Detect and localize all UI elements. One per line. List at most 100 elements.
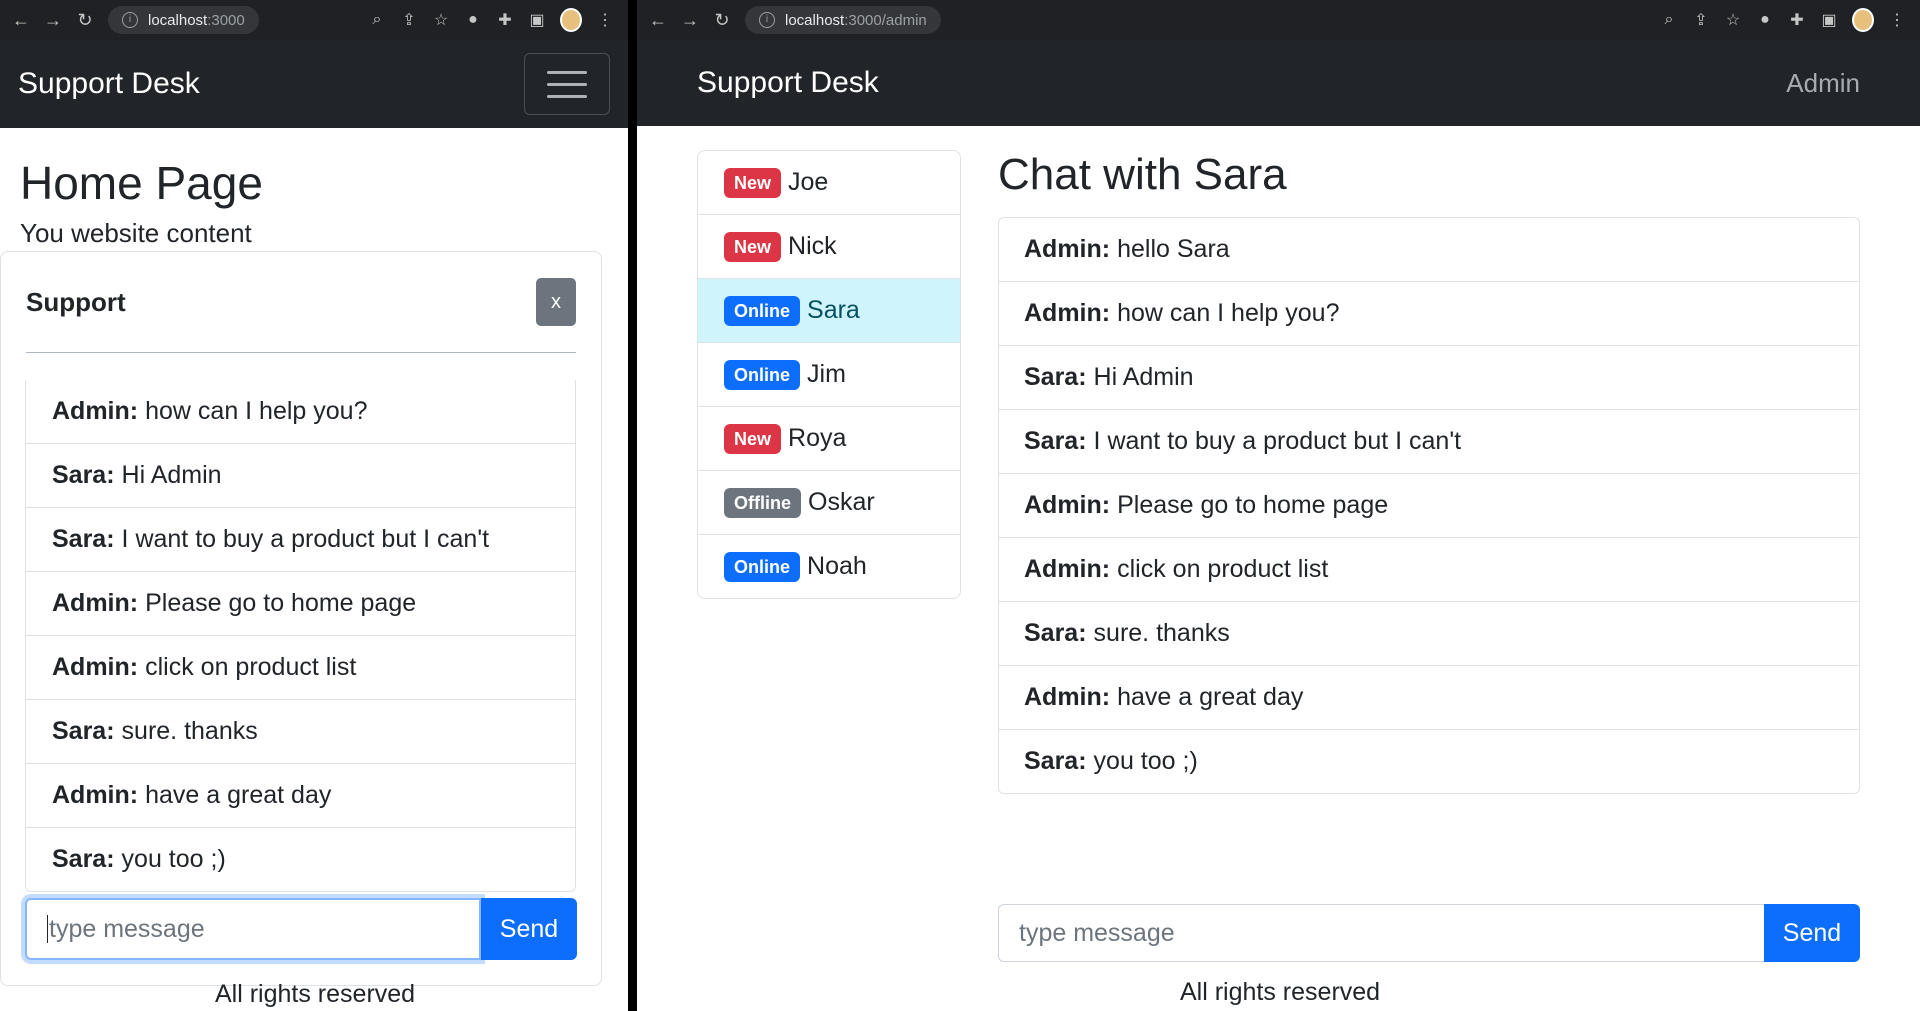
admin-nav-link[interactable]: Admin (1786, 68, 1860, 99)
text-caret (47, 915, 48, 943)
status-badge: New (724, 167, 782, 198)
status-badge: New (724, 423, 782, 454)
message-item: Sara: sure. thanks (26, 699, 575, 763)
message-sender: Admin: (52, 397, 139, 425)
chat-title: Chat with Sara (998, 150, 1287, 199)
brand-link[interactable]: Support Desk (697, 66, 879, 100)
message-item: Admin: Please go to home page (26, 571, 575, 635)
info-icon[interactable]: i (759, 12, 775, 28)
message-item: Sara: Hi Admin (26, 443, 575, 507)
zoom-icon[interactable]: ⌕ (1660, 11, 1678, 29)
message-sender: Admin: (1024, 555, 1111, 583)
app-navbar: Support Desk Admin (637, 40, 1920, 126)
info-icon[interactable]: i (122, 12, 138, 28)
message-text: you too ;) (121, 845, 226, 873)
forward-icon[interactable]: → (681, 10, 699, 31)
forward-icon[interactable]: → (44, 10, 62, 31)
message-input[interactable]: type message (25, 898, 481, 960)
message-sender: Admin: (1024, 299, 1111, 327)
message-sender: Sara: (1024, 363, 1087, 391)
user-name: Sara (807, 296, 860, 324)
status-badge: Online (724, 295, 801, 326)
message-sender: Admin: (1024, 235, 1111, 263)
user-list-item[interactable]: New Joe (698, 151, 960, 214)
page-text: You website content (20, 218, 252, 248)
zoom-icon[interactable]: ⌕ (368, 11, 386, 29)
sidepanel-icon[interactable]: ▣ (1820, 10, 1838, 30)
message-text: sure. thanks (1093, 619, 1230, 647)
back-icon[interactable]: ← (12, 10, 30, 31)
message-text: I want to buy a product but I can't (1093, 427, 1462, 455)
message-sender: Sara: (52, 717, 115, 745)
menu-kebab-icon[interactable]: ⋮ (596, 10, 614, 30)
navbar-toggler-button[interactable] (524, 53, 610, 115)
share-icon[interactable]: ⇪ (400, 10, 418, 30)
user-list-item[interactable]: Online Jim (698, 342, 960, 406)
menu-kebab-icon[interactable]: ⋮ (1888, 10, 1906, 30)
mic-icon[interactable]: ● (464, 11, 482, 29)
message-item: Admin: click on product list (999, 537, 1859, 601)
user-list-item[interactable]: Online Noah (698, 534, 960, 598)
user-list-item[interactable]: Offline Oskar (698, 470, 960, 534)
brand-link[interactable]: Support Desk (18, 67, 200, 101)
address-bar[interactable]: i localhost:3000/admin (745, 6, 941, 34)
footer-text: All rights reserved (215, 980, 416, 1008)
star-icon[interactable]: ☆ (1724, 10, 1742, 30)
user-list-item[interactable]: Online Sara (698, 278, 960, 342)
close-button[interactable]: x (536, 278, 576, 326)
support-message-list[interactable]: Admin: how can I help you? Sara: Hi Admin Sa… (25, 380, 576, 892)
user-name: Nick (788, 232, 837, 260)
message-text: sure. thanks (121, 717, 258, 745)
app-navbar: Support Desk (0, 40, 628, 128)
footer-text: All rights reserved (1180, 978, 1381, 1006)
message-input-placeholder: type message (49, 914, 205, 943)
message-input[interactable]: type message (998, 904, 1764, 962)
profile-avatar[interactable] (1852, 8, 1874, 32)
message-text: how can I help you? (1117, 299, 1340, 327)
extensions-icon[interactable]: ✚ (496, 10, 514, 30)
admin-input-group: type message Send (998, 904, 1860, 962)
message-item: Admin: click on product list (26, 635, 575, 699)
message-text: Hi Admin (121, 461, 222, 489)
user-list-item[interactable]: New Roya (698, 406, 960, 470)
message-sender: Sara: (1024, 427, 1087, 455)
hamburger-icon (547, 70, 587, 74)
sidepanel-icon[interactable]: ▣ (528, 10, 546, 30)
admin-message-list[interactable]: Admin: hello Sara Admin: how can I help you… (998, 217, 1860, 794)
user-name: Jim (807, 360, 846, 388)
message-sender: Admin: (52, 589, 139, 617)
url-path: :3000 (207, 11, 245, 29)
support-input-group: type message Send (25, 898, 577, 960)
star-icon[interactable]: ☆ (432, 10, 450, 30)
message-sender: Sara: (1024, 619, 1087, 647)
message-item: Admin: have a great day (26, 763, 575, 827)
reload-icon[interactable]: ↻ (76, 10, 94, 31)
profile-avatar[interactable] (560, 8, 582, 32)
message-text: hello Sara (1117, 235, 1230, 263)
back-icon[interactable]: ← (649, 10, 667, 31)
extensions-icon[interactable]: ✚ (1788, 10, 1806, 30)
message-item: Admin: Please go to home page (999, 473, 1859, 537)
address-bar[interactable]: i localhost:3000 (108, 6, 259, 34)
send-button[interactable]: Send (1764, 904, 1860, 962)
reload-icon[interactable]: ↻ (713, 10, 731, 31)
message-sender: Sara: (52, 845, 115, 873)
user-list-item[interactable]: New Nick (698, 214, 960, 278)
share-icon[interactable]: ⇪ (1692, 10, 1710, 30)
browser-toolbar: ← → ↻ i localhost:3000 ⌕ ⇪ ☆ ● ✚ ▣ ⋮ (0, 0, 628, 40)
send-button[interactable]: Send (481, 898, 577, 960)
user-name: Noah (807, 552, 867, 580)
page-title: Home Page (20, 157, 263, 209)
message-text: how can I help you? (145, 397, 368, 425)
message-item: Sara: you too ;) (999, 729, 1859, 793)
url-path: :3000/admin (844, 11, 927, 29)
message-input-placeholder: type message (1019, 918, 1175, 947)
user-name: Joe (788, 168, 829, 196)
mic-icon[interactable]: ● (1756, 11, 1774, 29)
message-text: Hi Admin (1093, 363, 1194, 391)
message-item: Admin: how can I help you? (999, 281, 1859, 345)
message-item: Sara: I want to buy a product but I can't (999, 409, 1859, 473)
user-list: New Joe New Nick Online Sara Online Jim New Roya O… (697, 150, 961, 599)
message-sender: Admin: (52, 653, 139, 681)
message-item: Sara: Hi Admin (999, 345, 1859, 409)
